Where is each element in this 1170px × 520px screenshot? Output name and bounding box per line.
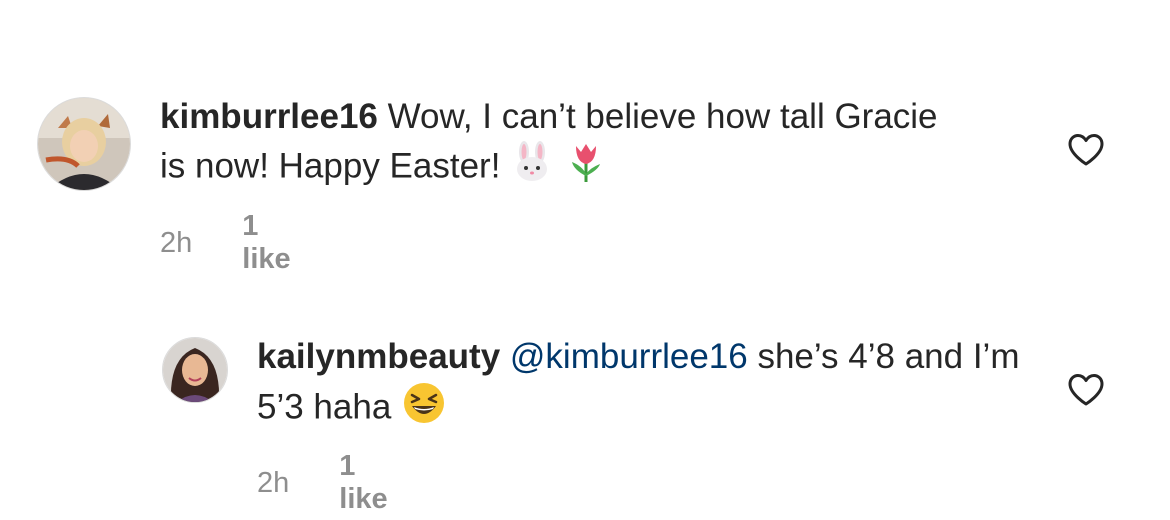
heart-icon[interactable] bbox=[1067, 133, 1105, 167]
grinning-squinting-face-emoji bbox=[401, 380, 447, 438]
comment-timestamp: 2h bbox=[257, 466, 290, 499]
profile-photo-icon bbox=[163, 338, 227, 402]
user-avatar[interactable] bbox=[37, 97, 131, 191]
comment-likes[interactable]: 1 like bbox=[242, 210, 290, 276]
user-avatar[interactable] bbox=[162, 337, 228, 403]
comment-text: kailynmbeauty @kimburrlee16 she’s 4’8 an… bbox=[257, 334, 1037, 438]
comment-text: kimburrlee16 Wow, I can’t believe how ta… bbox=[160, 94, 960, 196]
comment-meta: 2h 1 like bbox=[257, 450, 388, 516]
comment-timestamp: 2h bbox=[160, 226, 193, 259]
tulip-emoji bbox=[564, 140, 608, 196]
comment-username[interactable]: kimburrlee16 bbox=[160, 97, 378, 136]
comment-meta: 2h 1 like bbox=[160, 210, 291, 276]
profile-photo-icon bbox=[38, 98, 130, 190]
bunny-face-emoji bbox=[510, 140, 554, 196]
comment-likes[interactable]: 1 like bbox=[339, 450, 387, 516]
comment-mention[interactable]: @kimburrlee16 bbox=[510, 337, 748, 376]
heart-icon[interactable] bbox=[1067, 373, 1105, 407]
comment-username[interactable]: kailynmbeauty bbox=[257, 337, 500, 376]
